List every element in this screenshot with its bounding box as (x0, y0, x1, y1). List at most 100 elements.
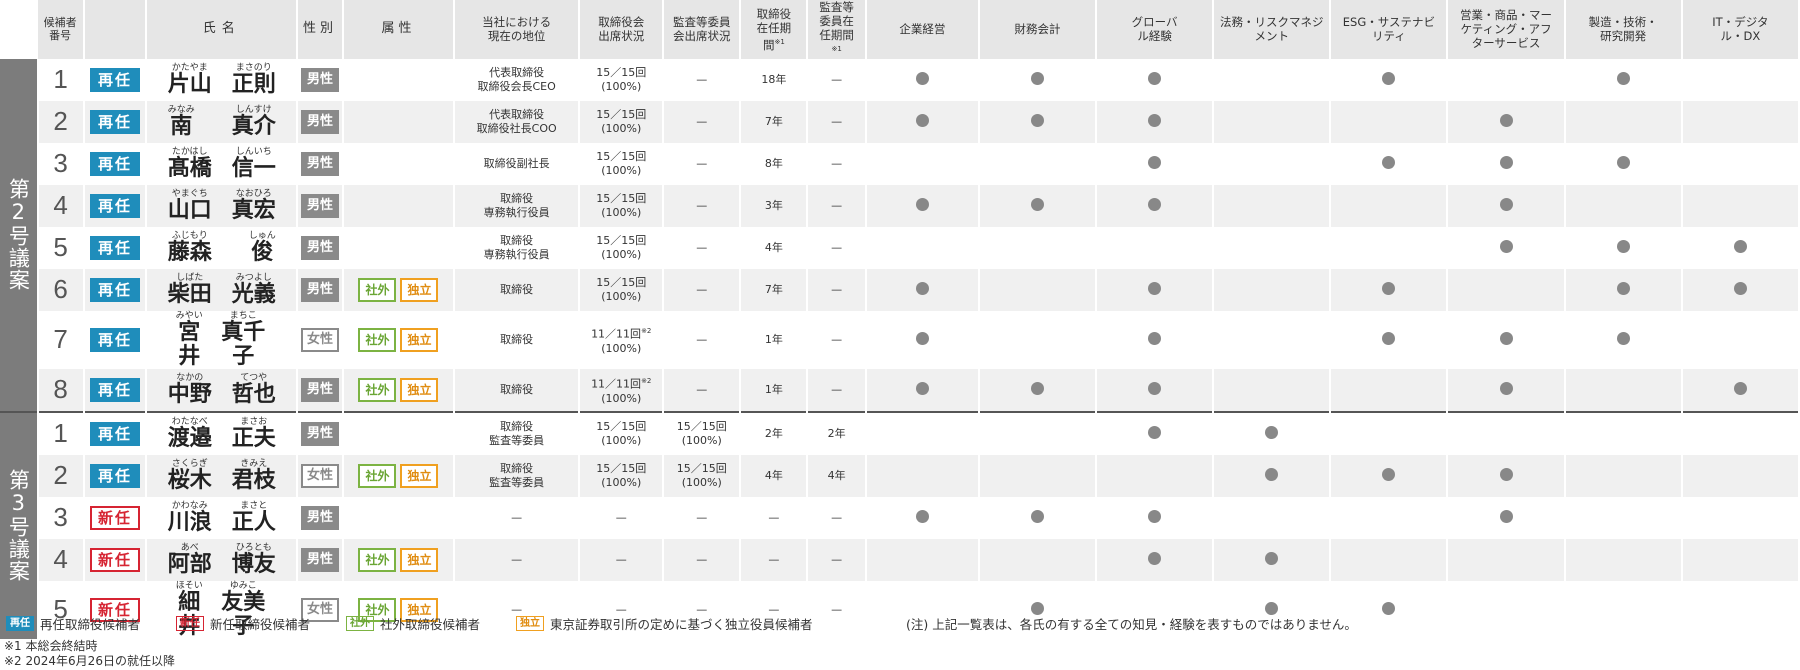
candidate-number: 4 (37, 184, 85, 227)
independent-badge: 独立 (400, 463, 439, 488)
status-cell: 再任 (83, 226, 148, 269)
tenure-cell: 4年 (740, 454, 809, 497)
skill-dot (1499, 468, 1513, 482)
status-cell: 再任 (83, 268, 148, 311)
skill-global-cell (1096, 496, 1215, 539)
sex-cell: 男性 (297, 268, 345, 311)
candidate-row: 第2号議案 1 再任 かたやま 片山 まさのり 正則 男性 代表取締役 取締役会長CEO 1… (0, 58, 1800, 412)
skill-sales-cell (1447, 58, 1566, 101)
skill-management-cell (865, 538, 980, 581)
header-candidate-number: 候補者番号 (37, 0, 85, 59)
status-badge: 新任 (90, 547, 141, 572)
skill-sales-cell (1447, 496, 1566, 539)
skill-sales-cell (1447, 310, 1566, 369)
skill-rd-cell (1564, 310, 1683, 369)
given-name: 光義 (231, 281, 276, 307)
attribute-cell (343, 142, 455, 185)
skill-dot (1148, 552, 1162, 566)
tenure-cell: 1年 (740, 310, 809, 369)
skill-esg-cell (1330, 100, 1449, 143)
skill-dot (1616, 282, 1630, 296)
skill-management-cell (865, 310, 980, 369)
sex-cell: 男性 (297, 410, 345, 455)
given-name: 俊 (251, 239, 274, 265)
sex-badge: 男性 (301, 421, 340, 446)
audit-tenure-cell: — (807, 100, 867, 143)
attendance-cell: 15／15回 (100%) (579, 142, 665, 185)
sex-badge: 男性 (301, 547, 340, 572)
skill-dot (1030, 72, 1044, 86)
skill-management-cell (865, 58, 980, 101)
skill-dot (1148, 114, 1162, 128)
status-badge: 新任 (90, 505, 141, 530)
audit-attendance-cell: — (663, 368, 742, 412)
position-cell: 取締役 (453, 268, 581, 311)
attendance-cell: 15／15回 (100%) (579, 58, 665, 101)
skill-rd-cell (1564, 142, 1683, 185)
outside-badge: 社外 (358, 463, 397, 488)
status-badge: 再任 (90, 109, 141, 134)
skill-dot (915, 198, 929, 212)
legend-note: (注) 上記一覧表は、各氏の有する全ての知見・経験を表すものではありません。 (906, 614, 1357, 633)
skill-rd-cell (1564, 268, 1683, 311)
attendance-cell: — (579, 496, 665, 539)
header-audit-tenure-label: 監査等委員在任期間 (819, 0, 854, 42)
status-badge: 再任 (90, 151, 141, 176)
status-cell: 新任 (83, 538, 148, 581)
tenure-cell: 4年 (740, 226, 809, 269)
audit-tenure-cell: — (807, 538, 867, 581)
outside-badge: 社外 (358, 377, 397, 402)
status-badge: 再任 (90, 235, 141, 260)
skill-esg-cell (1330, 368, 1449, 412)
skill-management-cell (865, 496, 980, 539)
skill-rd-cell (1564, 410, 1683, 455)
skill-global-cell (1096, 100, 1215, 143)
skill-rd-cell (1564, 368, 1683, 412)
name-cell: あべ 阿部 ひろとも 博友 (146, 538, 299, 581)
skill-legal-cell (1213, 538, 1332, 581)
independent-badge: 独立 (400, 327, 439, 352)
skill-legal-cell (1213, 368, 1332, 412)
skill-legal-cell (1213, 142, 1332, 185)
sex-badge: 男性 (301, 277, 340, 302)
status-badge: 再任 (90, 377, 141, 402)
audit-tenure-cell: — (807, 142, 867, 185)
skill-management-cell (865, 410, 980, 455)
skill-dot (1030, 198, 1044, 212)
sex-badge: 女性 (301, 463, 340, 488)
skill-dot (1382, 332, 1396, 346)
name-cell: やまぐち 山口 なおひろ 真宏 (146, 184, 299, 227)
skill-dot (1616, 332, 1630, 346)
attribute-cell: 社外 独立 (343, 538, 455, 581)
legend-outside: 社外 社外取締役候補者 (346, 614, 480, 633)
skill-global-cell (1096, 368, 1215, 412)
skill-esg-cell (1330, 226, 1449, 269)
name-cell: わたなべ 渡邉 まさお 正夫 (146, 410, 299, 455)
skill-legal-cell (1213, 184, 1332, 227)
skill-sales-cell (1447, 538, 1566, 581)
sex-cell: 男性 (297, 496, 345, 539)
group-label: 第2号議案 (0, 58, 39, 412)
status-cell: 再任 (83, 368, 148, 412)
skill-dot (1616, 156, 1630, 170)
audit-attendance-cell: 15／15回 (100%) (663, 410, 742, 455)
attribute-cell: 社外 独立 (343, 368, 455, 412)
skill-dot (915, 72, 929, 86)
status-cell: 再任 (83, 100, 148, 143)
sex-cell: 男性 (297, 58, 345, 101)
skill-it-cell (1681, 368, 1800, 412)
skill-dot (1733, 382, 1747, 396)
attribute-cell (343, 58, 455, 101)
status-badge: 再任 (90, 421, 141, 446)
legend-independent-badge: 独立 (516, 616, 544, 631)
skill-dot (1733, 282, 1747, 296)
skill-dot (1265, 552, 1279, 566)
sex-cell: 男性 (297, 100, 345, 143)
skill-legal-cell (1213, 226, 1332, 269)
skill-it-cell (1681, 454, 1800, 497)
name-cell: かたやま 片山 まさのり 正則 (146, 58, 299, 101)
outside-badge: 社外 (358, 277, 397, 302)
attribute-cell: 社外 独立 (343, 310, 455, 369)
legend-outside-label: 社外取締役候補者 (380, 617, 481, 632)
skill-esg-cell (1330, 142, 1449, 185)
